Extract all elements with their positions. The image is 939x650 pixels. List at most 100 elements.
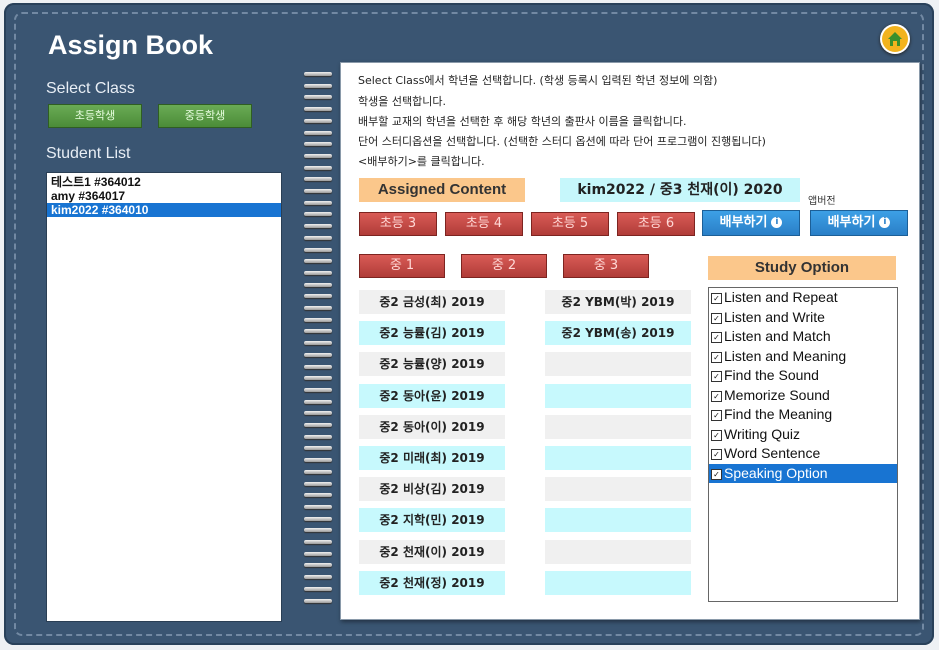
book-item[interactable] (545, 508, 691, 533)
class-button-elementary[interactable]: 초등학생 (48, 104, 142, 128)
book-item[interactable] (545, 446, 691, 470)
spiral-ring (304, 282, 332, 287)
book-item[interactable]: 중2 동아(이) 2019 (359, 414, 505, 439)
spiral-ring (304, 72, 332, 76)
spiral-ring (304, 376, 332, 381)
grade-button-mid-2[interactable]: 중 2 (461, 254, 547, 278)
checkbox-icon[interactable]: ✓ (711, 449, 722, 460)
study-option-item[interactable]: ✓ Find the Sound (709, 366, 897, 386)
checkbox-icon[interactable]: ✓ (711, 410, 722, 421)
study-option-item-selected[interactable]: ✓ Speaking Option (709, 463, 897, 483)
study-option-item[interactable]: ✓ Listen and Match (709, 327, 897, 347)
spiral-ring (304, 469, 332, 474)
student-item[interactable]: 테스트1 #364012 (47, 175, 281, 189)
home-button[interactable] (880, 24, 910, 54)
checkbox-icon[interactable]: ✓ (711, 332, 722, 343)
spiral-ring (304, 575, 332, 580)
student-item-selected[interactable]: kim2022 #364010 (47, 203, 281, 217)
book-item[interactable]: 중2 비상(김) 2019 (359, 477, 505, 502)
spiral-ring (304, 247, 332, 252)
spiral-ring (304, 95, 332, 100)
spiral-ring (304, 481, 332, 486)
grade-button-mid-3[interactable]: 중 3 (563, 254, 649, 278)
book-item[interactable] (545, 352, 691, 377)
spiral-ring (304, 434, 332, 439)
spiral-ring (304, 224, 332, 229)
grade-button-mid-1[interactable]: 중 1 (359, 254, 445, 278)
checkbox-icon[interactable]: ✓ (711, 351, 722, 363)
book-item[interactable]: 중2 금성(최) 2019 (359, 290, 505, 314)
spiral-ring (304, 504, 332, 509)
book-item[interactable]: 중2 능률(김) 2019 (359, 321, 505, 346)
class-button-middle[interactable]: 중등학생 (158, 104, 252, 128)
spiral-ring (304, 270, 332, 275)
study-option-list[interactable]: ✓ Listen and Repeat ✓ Listen and Write ✓ Li… (708, 287, 898, 602)
study-option-title: Study Option (708, 256, 896, 280)
assign-app-button[interactable]: 배부하기 i (810, 210, 908, 236)
checkbox-icon[interactable]: ✓ (711, 429, 722, 441)
book-item[interactable]: 중2 미래(최) 2019 (359, 446, 505, 470)
study-option-item[interactable]: ✓ Memorize Sound (709, 386, 897, 406)
spiral-ring (304, 317, 332, 322)
assign-button[interactable]: 배부하기 i (702, 210, 800, 236)
spiral-ring (304, 329, 332, 334)
spiral-ring (304, 83, 332, 88)
spiral-ring (304, 130, 332, 135)
book-item[interactable]: 중2 천재(정) 2019 (359, 570, 505, 595)
study-option-item[interactable]: ✓ Listen and Meaning (709, 347, 897, 367)
spiral-ring (304, 107, 332, 112)
spiral-ring (304, 294, 332, 299)
spiral-ring (304, 118, 332, 123)
spiral-ring (304, 142, 332, 147)
page-title: Assign Book (48, 30, 214, 60)
instruction-3: 배부할 교재의 학년을 선택한 후 해당 학년의 출판사 이름을 클릭합니다. (358, 115, 687, 128)
spiral-ring (304, 423, 332, 427)
checkbox-icon[interactable]: ✓ (711, 312, 722, 324)
grade-button-elem-3[interactable]: 초등 3 (359, 212, 437, 236)
book-item[interactable]: 중2 능률(양) 2019 (359, 352, 505, 377)
checkbox-icon[interactable]: ✓ (711, 293, 722, 304)
grade-button-elem-4[interactable]: 초등 4 (445, 212, 523, 236)
book-item[interactable]: 중2 천재(이) 2019 (359, 539, 505, 564)
book-item[interactable] (545, 414, 691, 439)
study-option-item[interactable]: ✓ Word Sentence (709, 444, 897, 464)
study-option-item[interactable]: ✓ Find the Meaning (709, 405, 897, 425)
checkbox-icon[interactable]: ✓ (711, 390, 722, 402)
spiral-ring (304, 399, 332, 404)
spiral-ring (304, 387, 332, 392)
book-item[interactable]: 중2 동아(윤) 2019 (359, 383, 505, 408)
checkbox-icon[interactable]: ✓ (711, 371, 722, 382)
student-item[interactable]: amy #364017 (47, 189, 281, 203)
assigned-content-value: kim2022 / 중3 천재(이) 2020 (560, 178, 800, 202)
spiral-ring (304, 235, 332, 240)
spiral-ring (304, 341, 332, 346)
spiral-ring (304, 306, 332, 310)
study-option-item[interactable]: ✓ Listen and Write (709, 308, 897, 328)
book-item[interactable]: 중2 YBM(박) 2019 (545, 290, 691, 314)
spiral-ring (304, 364, 332, 369)
spiral-ring (304, 259, 332, 264)
book-item[interactable] (545, 570, 691, 595)
student-list-label: Student List (46, 145, 131, 162)
study-option-item[interactable]: ✓ Listen and Repeat (709, 288, 897, 308)
grade-button-elem-6[interactable]: 초등 6 (617, 212, 695, 236)
instruction-1: Select Class에서 학년을 선택합니다. (학생 등록시 입력된 학년… (358, 74, 718, 87)
spiral-ring (304, 165, 332, 170)
instruction-2: 학생을 선택합니다. (358, 95, 446, 108)
assign-button-label: 배부하기 (719, 215, 768, 230)
select-class-label: Select Class (46, 80, 135, 97)
book-item[interactable] (545, 539, 691, 564)
book-item[interactable] (545, 477, 691, 502)
spiral-ring (304, 200, 332, 205)
spiral-ring (304, 177, 332, 182)
book-item[interactable] (545, 383, 691, 408)
spiral-ring (304, 563, 332, 568)
book-item[interactable]: 중2 YBM(송) 2019 (545, 321, 691, 346)
student-list[interactable]: 테스트1 #364012 amy #364017 kim2022 #364010 (46, 172, 282, 622)
info-icon: i (879, 217, 891, 228)
study-option-item[interactable]: ✓ Writing Quiz (709, 425, 897, 445)
grade-button-elem-5[interactable]: 초등 5 (531, 212, 609, 236)
spiral-ring (304, 352, 332, 357)
checkbox-icon[interactable]: ✓ (711, 468, 722, 480)
book-item[interactable]: 중2 지학(민) 2019 (359, 508, 505, 533)
